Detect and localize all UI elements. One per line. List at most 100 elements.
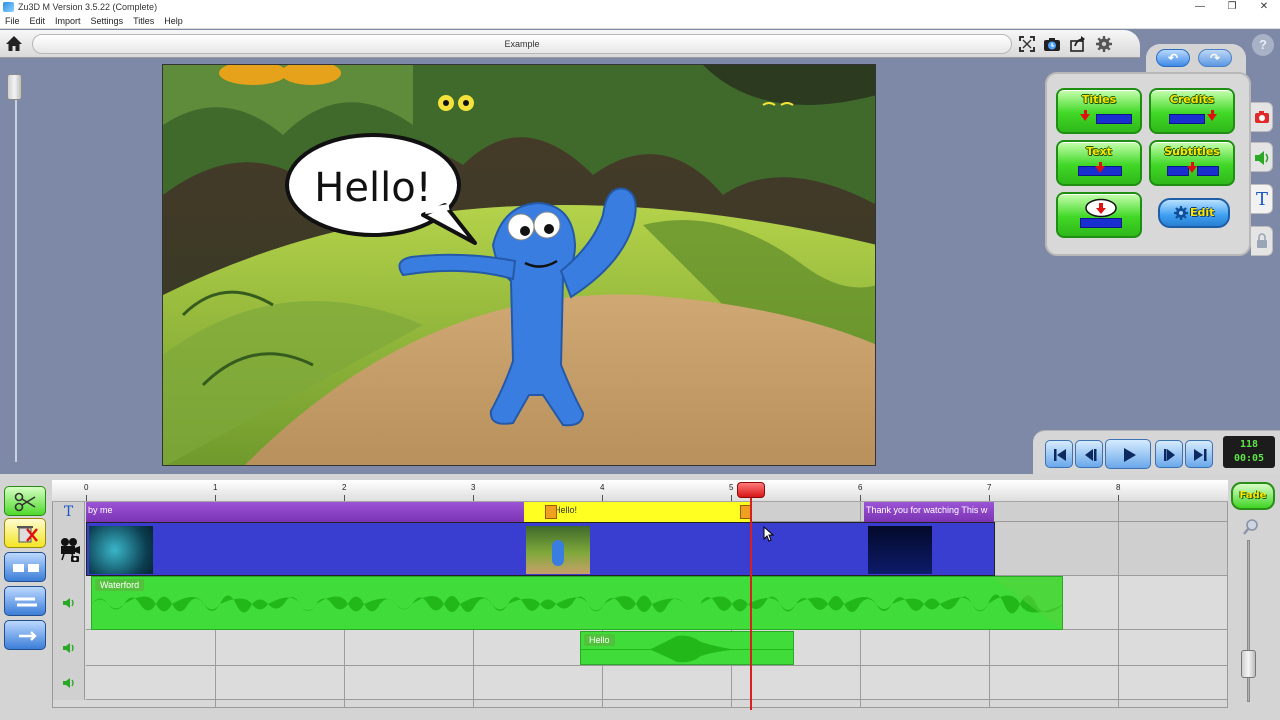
- camera-timer-icon[interactable]: [1043, 35, 1061, 53]
- skip-to-start-icon[interactable]: [1045, 440, 1073, 468]
- minimize-button[interactable]: —: [1184, 0, 1216, 14]
- menu-titles[interactable]: Titles: [128, 16, 159, 26]
- clip-trim-handle-left[interactable]: [545, 505, 557, 519]
- trash-icon: [17, 526, 38, 543]
- move-icon: [19, 631, 37, 641]
- text-button[interactable]: Text: [1056, 140, 1142, 186]
- split-icon: [13, 564, 39, 572]
- window-controls: — ❐ ✕: [1184, 0, 1280, 14]
- title-clip-label: Thank you for watching This w: [866, 505, 988, 515]
- toolbar: Example: [0, 30, 1140, 58]
- step-back-icon[interactable]: [1075, 440, 1103, 468]
- subtitles-button-label: Subtitles: [1164, 145, 1220, 158]
- zoom-magnifier-icon[interactable]: [1242, 518, 1260, 536]
- cut-tool-button[interactable]: [4, 486, 46, 516]
- video-clip[interactable]: [86, 522, 995, 576]
- play-icon[interactable]: [1105, 439, 1151, 469]
- audio-waveform: [92, 577, 1062, 629]
- video-thumbnail: [526, 526, 590, 574]
- credits-button[interactable]: Credits: [1149, 88, 1235, 134]
- move-tool-button[interactable]: [4, 620, 46, 650]
- side-tab-camera[interactable]: [1251, 102, 1273, 132]
- fullscreen-icon[interactable]: [1018, 35, 1036, 53]
- speech-bubble-icon: [1085, 198, 1117, 218]
- audio-track-3-label: [53, 666, 85, 700]
- audio-clip-label: Hello: [584, 634, 615, 646]
- edit-button-label: Edit: [1190, 206, 1215, 219]
- side-tab-audio[interactable]: [1251, 142, 1273, 172]
- scissors-icon: [14, 492, 36, 512]
- undo-icon[interactable]: ↶: [1156, 49, 1190, 67]
- title-clip-label: Hello!: [554, 505, 578, 515]
- video-thumbnail: [868, 526, 932, 574]
- speaker-icon: [1255, 151, 1269, 165]
- titles-track-label: T: [53, 502, 85, 522]
- maximize-button[interactable]: ❐: [1216, 0, 1248, 14]
- help-icon[interactable]: ?: [1252, 34, 1274, 56]
- speech-bubble-text: Hello!: [314, 165, 431, 211]
- lock-icon: [1257, 233, 1267, 248]
- window-titlebar: Zu3D M Version 3.5.22 (Complete) — ❐ ✕: [0, 0, 1280, 14]
- app-icon: [3, 2, 14, 12]
- side-tab-lock[interactable]: [1251, 226, 1273, 256]
- menu-import[interactable]: Import: [50, 16, 86, 26]
- edit-button[interactable]: Edit: [1158, 198, 1230, 228]
- loop-tool-button[interactable]: [4, 586, 46, 616]
- ruler-label: 2: [342, 483, 347, 492]
- timeline-zoom-slider-thumb[interactable]: [1241, 650, 1256, 678]
- preview-zoom-slider-track[interactable]: [15, 76, 17, 462]
- audio-clip-hello[interactable]: Hello: [580, 631, 794, 665]
- ruler-label: 7: [987, 483, 992, 492]
- video-thumbnail: [89, 526, 153, 574]
- titles-button[interactable]: Titles: [1056, 88, 1142, 134]
- settings-gear-icon[interactable]: [1095, 35, 1113, 53]
- time-readout: 00:05: [1233, 453, 1265, 464]
- step-forward-icon[interactable]: [1155, 440, 1183, 468]
- ruler-label: 1: [213, 483, 218, 492]
- menu-settings[interactable]: Settings: [86, 16, 129, 26]
- fade-button[interactable]: Fade: [1231, 482, 1275, 510]
- loop-icon: [15, 597, 37, 607]
- audio-clip-waterford[interactable]: Waterford: [91, 576, 1063, 630]
- side-tab-text[interactable]: T: [1251, 184, 1273, 214]
- skip-to-end-icon[interactable]: [1185, 440, 1213, 468]
- subtitles-button[interactable]: Subtitles: [1149, 140, 1235, 186]
- ruler-label: 6: [858, 483, 863, 492]
- frame-number: 118: [1239, 439, 1259, 450]
- close-button[interactable]: ✕: [1248, 0, 1280, 14]
- credits-button-label: Credits: [1169, 93, 1215, 106]
- camera-icon: [1255, 111, 1269, 123]
- speech-bubble-button[interactable]: [1056, 192, 1142, 238]
- video-track-label: [53, 522, 85, 576]
- playhead-handle[interactable]: [737, 482, 765, 498]
- mouse-cursor-icon: [763, 526, 775, 542]
- frame-time-counter: 118 00:05: [1223, 436, 1275, 468]
- home-icon[interactable]: [4, 34, 24, 54]
- menu-help[interactable]: Help: [159, 16, 188, 26]
- audio-track-3[interactable]: [86, 666, 1227, 700]
- export-icon[interactable]: [1069, 35, 1087, 53]
- project-title: Example: [32, 34, 1012, 54]
- ruler-label: 5: [729, 483, 734, 492]
- undo-redo-group: ↶ ↷: [1146, 44, 1246, 74]
- title-clip-by-me[interactable]: by me: [86, 502, 524, 522]
- split-tool-button[interactable]: [4, 552, 46, 582]
- ruler-label: 8: [1116, 483, 1121, 492]
- menu-file[interactable]: File: [0, 16, 25, 26]
- preview-zoom-slider-thumb[interactable]: [7, 74, 22, 100]
- delete-tool-button[interactable]: [4, 518, 46, 548]
- title-clip-thank-you[interactable]: Thank you for watching This w: [864, 502, 994, 522]
- text-button-label: Text: [1086, 145, 1112, 158]
- menu-edit[interactable]: Edit: [25, 16, 51, 26]
- playhead[interactable]: [750, 496, 752, 710]
- menu-bar: File Edit Import Settings Titles Help: [0, 14, 1280, 29]
- redo-icon[interactable]: ↷: [1198, 49, 1232, 67]
- title-clip-hello[interactable]: Hello!: [524, 502, 752, 522]
- speaker-icon: [62, 643, 74, 653]
- film-camera-icon: [60, 538, 80, 562]
- video-preview[interactable]: Hello!: [162, 64, 876, 466]
- fade-button-label: Fade: [1239, 490, 1267, 501]
- timeline-ruler[interactable]: 0 1 2 3 4 5 6 7 8: [52, 480, 1228, 502]
- audio-track-2-label: [53, 630, 85, 666]
- gear-icon: [1174, 206, 1188, 220]
